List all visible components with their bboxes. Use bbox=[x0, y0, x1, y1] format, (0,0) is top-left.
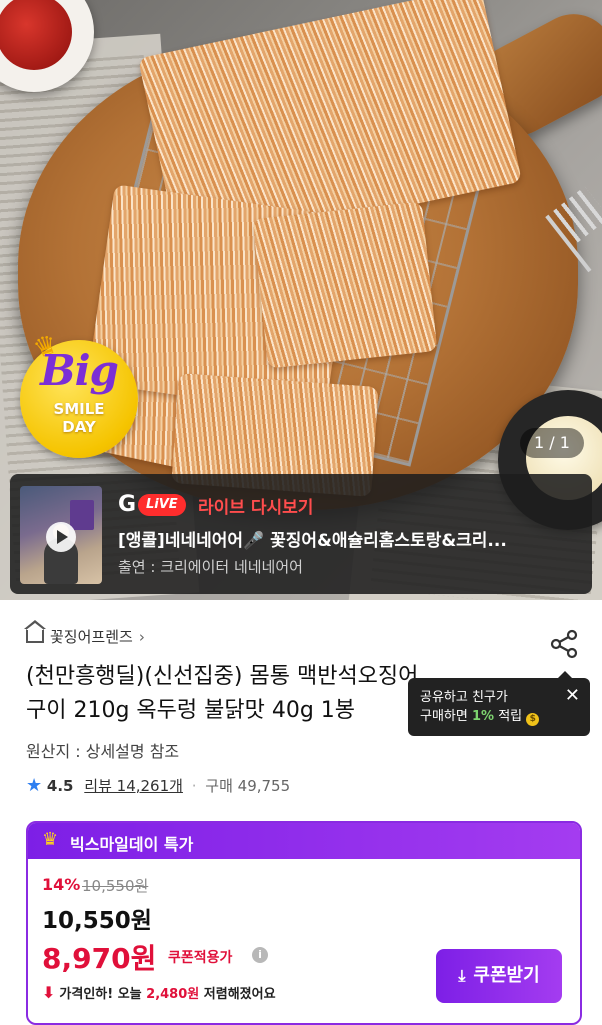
live-description: [앵콜]네네네어어🎤 꽃징어&애슐리홈스토랑&크리... bbox=[118, 531, 507, 551]
badge-smile-text: SMILE bbox=[53, 400, 105, 418]
price-drop-prefix: 가격인하! 오늘 bbox=[59, 987, 147, 1002]
brand-link[interactable]: 꽃징어프렌즈 › bbox=[24, 620, 145, 647]
review-link[interactable]: 리뷰 14,261개 bbox=[84, 777, 183, 795]
live-badge: LiVE bbox=[138, 494, 186, 516]
download-icon: ⤓ bbox=[458, 966, 466, 985]
close-icon[interactable]: ✕ bbox=[565, 686, 580, 705]
get-coupon-button[interactable]: ⤓ 쿠폰받기 bbox=[436, 949, 562, 1003]
share-icon[interactable] bbox=[548, 628, 580, 660]
live-replay-banner[interactable]: G LiVE 라이브 다시보기 [앵콜]네네네어어🎤 꽃징어&애슐리홈스토랑&크… bbox=[10, 474, 592, 594]
coin-icon: $ bbox=[526, 713, 540, 726]
arrow-down-icon: ⬇ bbox=[42, 983, 56, 1002]
separator-dot: · bbox=[191, 777, 197, 795]
price-drop-amount: 2,480원 bbox=[146, 987, 200, 1002]
chevron-right-icon: › bbox=[138, 628, 145, 646]
info-icon[interactable]: i bbox=[252, 947, 268, 963]
badge-big-text: Big bbox=[40, 346, 119, 395]
tooltip-suffix: 적립 bbox=[494, 709, 523, 724]
sale-price: 10,550원 bbox=[42, 908, 152, 934]
brand-name: 꽃징어프렌즈 bbox=[50, 628, 133, 646]
live-thumbnail[interactable] bbox=[20, 486, 102, 584]
original-price: 10,550원 bbox=[82, 877, 149, 895]
big-smile-day-badge: ♛ Big SMILE DAY bbox=[20, 329, 138, 458]
tooltip-prefix: 구매하면 bbox=[420, 709, 472, 724]
g-logo: G bbox=[118, 492, 137, 517]
deal-box: ♛ 빅스마일데이 특가 14% 10,550원 10,550원 8,970원 쿠… bbox=[26, 821, 582, 1025]
share-reward-tooltip: 공유하고 친구가 구매하면 1% 적립 $ ✕ bbox=[408, 671, 590, 736]
origin-info: 원산지 : 상세설명 참조 bbox=[26, 742, 180, 761]
rating-score: 4.5 bbox=[46, 777, 74, 795]
deal-header: ♛ 빅스마일데이 특가 bbox=[28, 823, 580, 859]
rating-row: ★ 4.5 리뷰 14,261개 · 구매 49,755 bbox=[26, 775, 290, 796]
badge-day-text: DAY bbox=[62, 418, 96, 436]
image-page-counter: 1 / 1 bbox=[520, 428, 584, 458]
product-package bbox=[70, 500, 94, 530]
star-icon: ★ bbox=[26, 775, 43, 796]
tooltip-line-2: 구매하면 1% 적립 $ bbox=[420, 707, 540, 726]
badge-sub-text: SMILE DAY bbox=[20, 400, 138, 436]
deal-header-label: 빅스마일데이 특가 bbox=[70, 835, 194, 854]
tooltip-percent: 1% bbox=[471, 709, 495, 724]
play-icon[interactable] bbox=[46, 522, 76, 552]
squid-piece bbox=[252, 201, 438, 369]
tooltip-line-1: 공유하고 친구가 bbox=[420, 690, 508, 705]
get-coupon-label: 쿠폰받기 bbox=[473, 965, 540, 986]
coupon-price: 8,970원 bbox=[42, 942, 157, 975]
home-icon bbox=[24, 620, 46, 643]
discount-percent: 14% bbox=[42, 875, 81, 894]
price-drop-suffix: 저렴해졌어요 bbox=[199, 987, 276, 1002]
purchase-count: 구매 49,755 bbox=[205, 777, 291, 795]
coupon-price-label: 쿠폰적용가 bbox=[168, 950, 233, 966]
live-cast: 출연 : 크리에이터 네네네어어 bbox=[118, 558, 303, 576]
crown-icon: ♛ bbox=[42, 829, 59, 850]
live-replay-title: 라이브 다시보기 bbox=[198, 498, 314, 518]
price-drop-notice: ⬇ 가격인하! 오늘 2,480원 저렴해졌어요 bbox=[42, 983, 276, 1002]
